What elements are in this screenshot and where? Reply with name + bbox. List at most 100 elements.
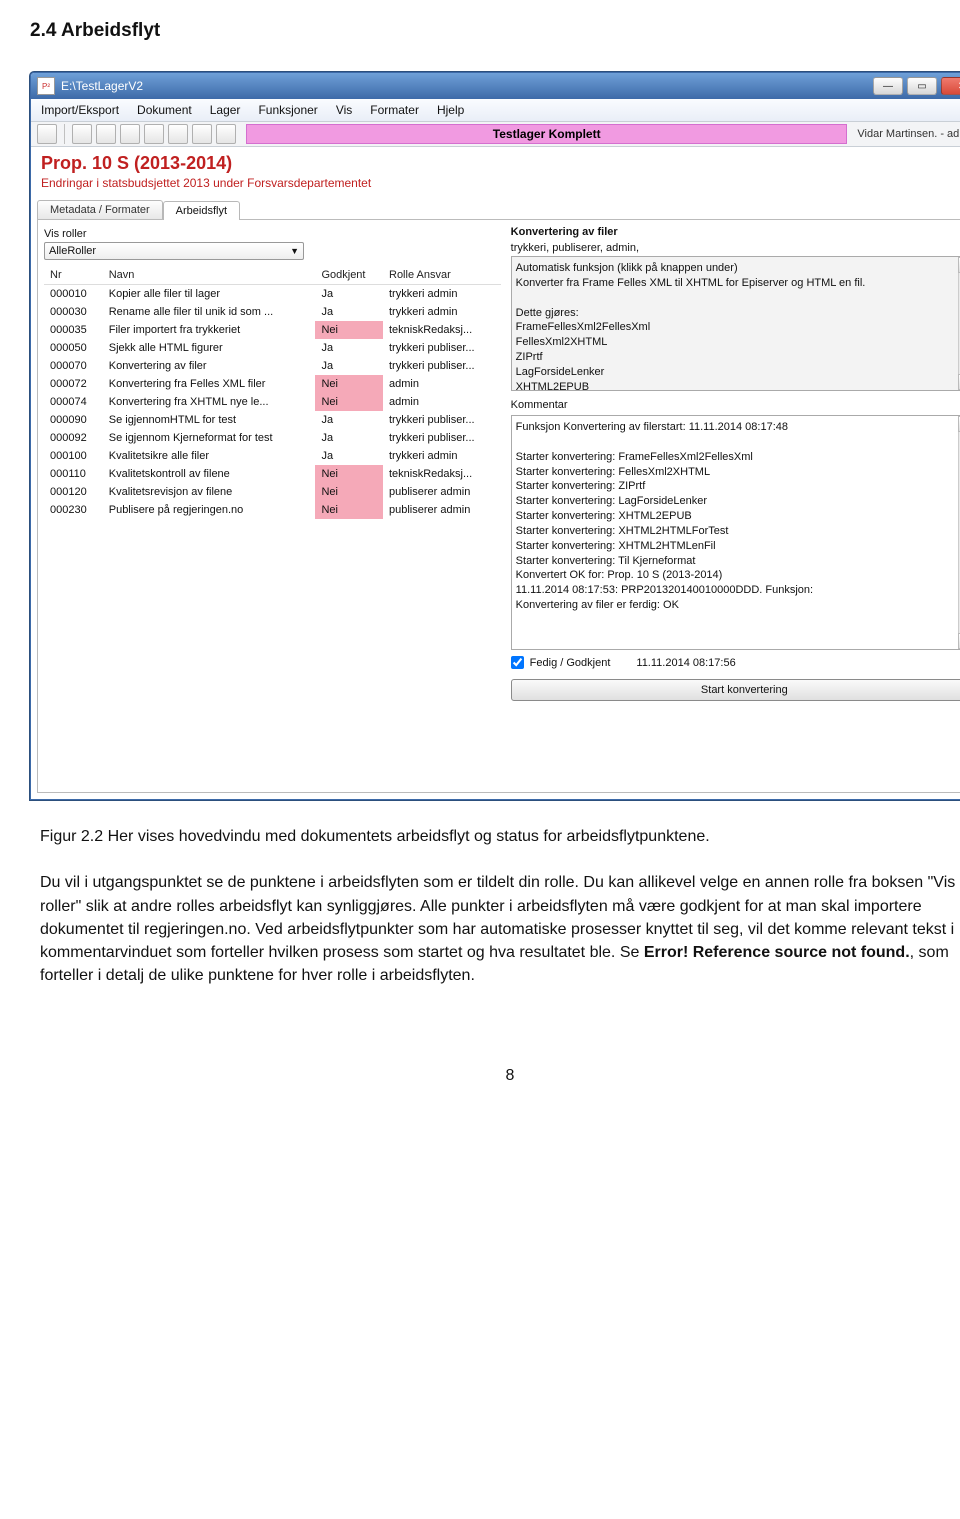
cell-nr: 000070 xyxy=(44,357,103,375)
menu-hjelp[interactable]: Hjelp xyxy=(437,103,464,117)
document-subtitle: Endringar i statsbudsjettet 2013 under F… xyxy=(41,176,960,190)
figure-caption-and-body: Figur 2.2 Her vises hovedvindu med dokum… xyxy=(40,825,960,987)
toolbar-icon[interactable] xyxy=(120,124,140,144)
cell-rolle: trykkeri admin xyxy=(383,285,501,304)
menu-funksjoner[interactable]: Funksjoner xyxy=(258,103,317,117)
table-row[interactable]: 000030Rename alle filer til unik id som … xyxy=(44,303,501,321)
menu-dokument[interactable]: Dokument xyxy=(137,103,192,117)
maximize-button[interactable]: ▭ xyxy=(907,77,937,95)
col-rolle[interactable]: Rolle Ansvar xyxy=(383,266,501,285)
tab-metadata-formater[interactable]: Metadata / Formater xyxy=(37,200,163,219)
cell-navn: Kopier alle filer til lager xyxy=(103,285,316,304)
menu-vis[interactable]: Vis xyxy=(336,103,352,117)
toolbar-icon[interactable] xyxy=(37,124,57,144)
cell-rolle: publiserer admin xyxy=(383,501,501,519)
table-row[interactable]: 000120Kvalitetsrevisjon av fileneNeipubl… xyxy=(44,483,501,501)
document-title: Prop. 10 S (2013-2014) xyxy=(41,153,960,174)
col-godkjent[interactable]: Godkjent xyxy=(315,266,383,285)
cell-godkjent: Ja xyxy=(315,357,383,375)
toolbar-icon[interactable] xyxy=(96,124,116,144)
body-error-ref: Error! Reference source not found. xyxy=(644,944,910,961)
table-row[interactable]: 000110Kvalitetskontroll av fileneNeitekn… xyxy=(44,465,501,483)
page-number: 8 xyxy=(30,1067,960,1085)
right-roles: trykkeri, publiserer, admin, xyxy=(511,242,960,254)
table-row[interactable]: 000074Konvertering fra XHTML nye le...Ne… xyxy=(44,393,501,411)
table-row[interactable]: 000070Konvertering av filerJatrykkeri pu… xyxy=(44,357,501,375)
col-nr[interactable]: Nr xyxy=(44,266,103,285)
cell-rolle: admin xyxy=(383,393,501,411)
toolbar-icon[interactable] xyxy=(72,124,92,144)
cell-godkjent: Nei xyxy=(315,465,383,483)
cell-navn: Filer importert fra trykkeriet xyxy=(103,321,316,339)
window-titlebar: P² E:\TestLagerV2 — ▭ ✕ xyxy=(31,73,960,99)
kommentar-label: Kommentar xyxy=(511,399,960,411)
table-row[interactable]: 000010Kopier alle filer til lagerJatrykk… xyxy=(44,285,501,304)
toolbar-icon[interactable] xyxy=(168,124,188,144)
cell-rolle: trykkeri publiser... xyxy=(383,357,501,375)
toolbar-icon[interactable] xyxy=(144,124,164,144)
minimize-button[interactable]: — xyxy=(873,77,903,95)
toolbar-icon[interactable] xyxy=(216,124,236,144)
col-navn[interactable]: Navn xyxy=(103,266,316,285)
cell-navn: Kvalitetsikre alle filer xyxy=(103,447,316,465)
toolbar-icon[interactable] xyxy=(192,124,212,144)
section-heading: 2.4 Arbeidsflyt xyxy=(30,20,960,42)
document-header: Prop. 10 S (2013-2014) Endringar i stats… xyxy=(31,147,960,192)
close-button[interactable]: ✕ xyxy=(941,77,960,95)
table-row[interactable]: 000230Publisere på regjeringen.noNeipubl… xyxy=(44,501,501,519)
cell-nr: 000035 xyxy=(44,321,103,339)
tab-arbeidsflyt[interactable]: Arbeidsflyt xyxy=(163,201,240,220)
menu-lager[interactable]: Lager xyxy=(210,103,241,117)
cell-godkjent: Ja xyxy=(315,447,383,465)
ferdig-checkbox[interactable] xyxy=(511,656,524,669)
cell-navn: Se igjennomHTML for test xyxy=(103,411,316,429)
cell-nr: 000030 xyxy=(44,303,103,321)
right-heading: Konvertering av filer xyxy=(511,226,960,238)
start-konvertering-button[interactable]: Start konvertering xyxy=(511,679,960,701)
cell-rolle: trykkeri admin xyxy=(383,303,501,321)
app-icon: P² xyxy=(37,77,55,95)
ferdig-label: Fedig / Godkjent xyxy=(530,657,611,669)
chevron-down-icon: ▼ xyxy=(290,246,299,256)
cell-nr: 000092 xyxy=(44,429,103,447)
kommentar-text: Funksjon Konvertering av filerstart: 11.… xyxy=(516,420,960,613)
table-row[interactable]: 000050Sjekk alle HTML figurerJatrykkeri … xyxy=(44,339,501,357)
cell-godkjent: Ja xyxy=(315,303,383,321)
cell-nr: 000050 xyxy=(44,339,103,357)
cell-nr: 000100 xyxy=(44,447,103,465)
cell-navn: Kvalitetskontroll av filene xyxy=(103,465,316,483)
visroller-value: AlleRoller xyxy=(49,245,96,257)
table-row[interactable]: 000092Se igjennom Kjerneformat for testJ… xyxy=(44,429,501,447)
cell-rolle: admin xyxy=(383,375,501,393)
cell-rolle: publiserer admin xyxy=(383,483,501,501)
cell-godkjent: Ja xyxy=(315,411,383,429)
cell-rolle: tekniskRedaksj... xyxy=(383,321,501,339)
cell-rolle: tekniskRedaksj... xyxy=(383,465,501,483)
cell-rolle: trykkeri publiser... xyxy=(383,411,501,429)
visroller-combobox[interactable]: AlleRoller ▼ xyxy=(44,242,304,260)
cell-navn: Se igjennom Kjerneformat for test xyxy=(103,429,316,447)
cell-navn: Kvalitetsrevisjon av filene xyxy=(103,483,316,501)
cell-navn: Konvertering fra XHTML nye le... xyxy=(103,393,316,411)
left-column: Vis roller AlleRoller ▼ Nr Navn Godkjent… xyxy=(44,226,501,786)
menu-formater[interactable]: Formater xyxy=(370,103,419,117)
cell-nr: 000010 xyxy=(44,285,103,304)
table-row[interactable]: 000100Kvalitetsikre alle filerJatrykkeri… xyxy=(44,447,501,465)
table-row[interactable]: 000072Konvertering fra Felles XML filerN… xyxy=(44,375,501,393)
menu-bar: Import/Eksport Dokument Lager Funksjoner… xyxy=(31,99,960,122)
cell-godkjent: Nei xyxy=(315,393,383,411)
menu-import-eksport[interactable]: Import/Eksport xyxy=(41,103,119,117)
cell-navn: Publisere på regjeringen.no xyxy=(103,501,316,519)
cell-godkjent: Nei xyxy=(315,375,383,393)
cell-godkjent: Ja xyxy=(315,339,383,357)
toolbar-divider xyxy=(64,124,65,144)
cell-nr: 000120 xyxy=(44,483,103,501)
table-row[interactable]: 000035Filer importert fra trykkerietNeit… xyxy=(44,321,501,339)
cell-godkjent: Nei xyxy=(315,483,383,501)
ferdig-timestamp: 11.11.2014 08:17:56 xyxy=(636,657,735,669)
cell-rolle: trykkeri publiser... xyxy=(383,429,501,447)
cell-nr: 000090 xyxy=(44,411,103,429)
cell-nr: 000074 xyxy=(44,393,103,411)
cell-rolle: trykkeri admin xyxy=(383,447,501,465)
table-row[interactable]: 000090Se igjennomHTML for testJatrykkeri… xyxy=(44,411,501,429)
